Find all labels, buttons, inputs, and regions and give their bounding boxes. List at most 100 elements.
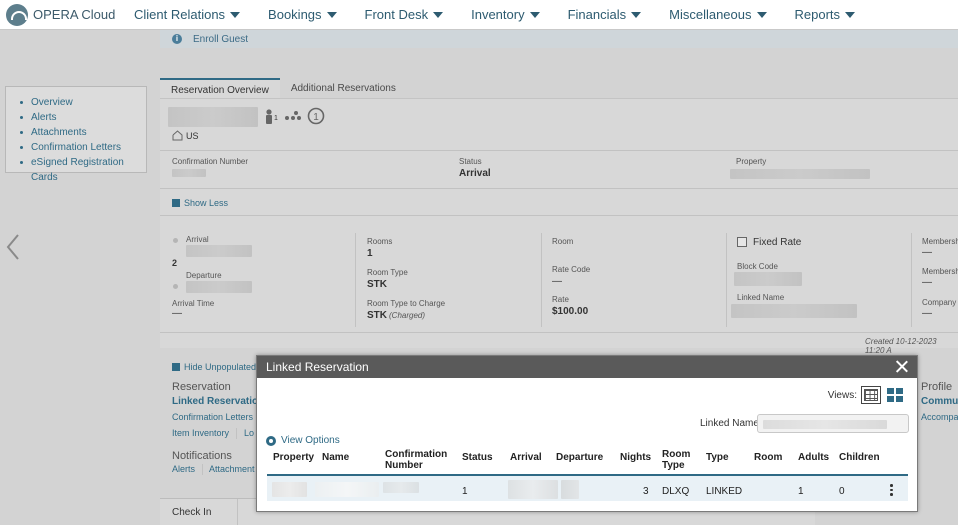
menu-label: Front Desk [364,7,429,22]
room-label: Room [552,237,574,246]
adults-count: 1 [274,115,278,122]
notifications-heading: Notifications [172,450,232,462]
room-type-label: Room Type [367,268,408,277]
show-less-link[interactable]: Show Less [184,198,228,208]
menu-front-desk[interactable]: Front Desk [365,7,444,22]
company-value: — [922,308,932,319]
divider [726,233,727,327]
profile-link[interactable]: Commun [921,396,958,407]
room-type-charge-label: Room Type to Charge [367,299,446,308]
side-nav-alerts[interactable]: Alerts [20,110,146,125]
property-cell-redacted [272,482,307,497]
opera-logo-icon [6,3,28,26]
nights-cell: 3 [643,486,649,497]
menu-miscellaneous[interactable]: Miscellaneous [669,7,767,22]
confirmation-number-redacted [172,169,206,177]
column-header-type[interactable]: Type [706,452,729,463]
room-type-cell: DLXQ [662,486,690,497]
lo-link[interactable]: Lo [244,428,254,438]
side-nav-attachments[interactable]: Attachments [20,125,146,140]
tab-reservation-overview[interactable]: Reservation Overview [160,78,280,99]
confirmation-number-label: Confirmation Number [172,157,249,166]
menu-label: Reports [794,7,841,22]
divider [202,464,203,475]
divider [160,332,958,333]
departure-cell-redacted [561,480,579,499]
room-type-value: STK [367,279,387,290]
profile-heading: Profile [921,381,953,393]
enroll-guest-link[interactable]: Enroll Guest [193,34,248,45]
column-header-name[interactable]: Name [322,452,349,463]
accompanying-link[interactable]: Accompa [921,412,958,422]
linked-name-field[interactable] [757,414,909,433]
column-header-room-type[interactable]: Room Type [662,449,696,471]
country-code: US [186,131,199,141]
side-nav-overview[interactable]: Overview [20,95,146,110]
rate-label: Rate [552,295,569,304]
caret-down-icon [326,11,337,18]
tab-additional-reservations[interactable]: Additional Reservations [280,78,407,99]
column-header-status[interactable]: Status [462,452,493,463]
confirmation-letters-link[interactable]: Confirmation Letters [172,412,253,422]
alerts-link[interactable]: Alerts [172,464,195,474]
divider [160,188,958,189]
children-cell: 0 [839,486,845,497]
rate-code-value: — [552,276,562,287]
row-actions-icon[interactable] [890,484,893,498]
caret-down-icon [230,11,241,18]
app-brand[interactable]: OPERA Cloud [6,3,134,26]
tiles-icon [887,388,903,402]
linked-name-label: Linked Name [700,418,759,429]
arrival-time-value: — [172,308,182,319]
check-in-button[interactable]: Check In [172,507,211,518]
column-header-property[interactable]: Property [273,452,314,463]
item-inventory-link[interactable]: Item Inventory [172,428,229,438]
side-nav-confirmation-letters[interactable]: Confirmation Letters [20,140,146,155]
table-view-button[interactable] [861,386,881,404]
gear-icon [266,435,276,446]
divider [541,233,542,327]
person-icon [266,109,272,124]
column-header-adults[interactable]: Adults [798,452,829,463]
divider [160,215,958,216]
caret-down-icon [433,11,444,18]
room-type-charge-value: STK [367,310,387,321]
svg-text:1: 1 [313,112,319,123]
view-options-label: View Options [281,435,340,446]
membership-value: — [922,247,932,258]
collapse-icon[interactable] [172,363,180,371]
membership-label: Membersh [922,237,958,246]
column-header-arrival[interactable]: Arrival [510,452,542,463]
menu-reports[interactable]: Reports [795,7,856,22]
type-cell: LINKED [706,486,743,497]
collapse-icon[interactable] [172,199,180,207]
fixed-rate-checkbox[interactable] [737,237,747,247]
table-grid-icon [864,389,878,401]
home-icon [172,130,183,141]
linked-reservation-link[interactable]: Linked Reservation [172,396,264,407]
departure-label: Departure [186,271,222,280]
column-header-room[interactable]: Room [754,452,782,463]
linked-name-redacted [731,304,857,318]
card-view-button[interactable] [885,386,905,404]
hide-unpopulated-link[interactable]: Hide Unpopulated [184,362,256,372]
column-header-nights[interactable]: Nights [620,452,651,463]
menu-bookings[interactable]: Bookings [268,7,337,22]
property-label: Property [736,157,767,166]
block-code-label: Block Code [737,262,778,271]
menu-client-relations[interactable]: Client Relations [134,7,241,22]
column-header-confirmation-number[interactable]: Confirmation Number [385,449,447,471]
created-timestamp: Created 10-12-2023 11:20 A [865,337,937,355]
chevron-left-icon[interactable] [6,234,20,260]
reservation-tabs: Reservation Overview Additional Reservat… [160,78,407,99]
menu-inventory[interactable]: Inventory [471,7,540,22]
attachments-link[interactable]: Attachment [209,464,255,474]
column-header-children[interactable]: Children [839,452,880,463]
departure-date-redacted [186,281,252,293]
view-options-link[interactable]: View Options [266,435,340,446]
side-nav-esigned-registration-cards[interactable]: eSigned Registration Cards [20,155,146,185]
column-header-departure[interactable]: Departure [556,452,603,463]
reservation-heading: Reservation [172,381,231,393]
close-icon[interactable] [895,360,908,373]
menu-financials[interactable]: Financials [568,7,642,22]
